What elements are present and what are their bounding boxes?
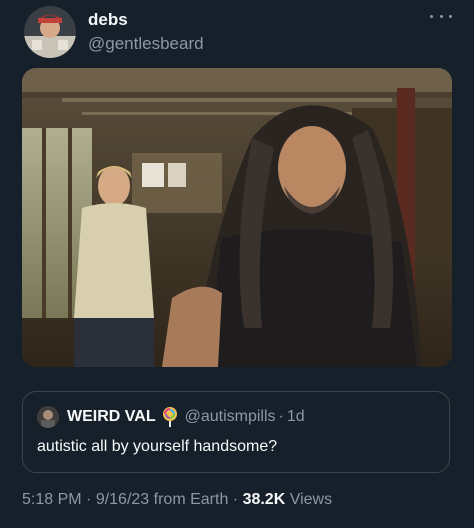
meta-separator: · — [81, 491, 96, 508]
quoted-handle[interactable]: @autismpills — [185, 408, 276, 426]
author-handle[interactable]: @gentlesbeard — [88, 34, 204, 54]
quoted-display-name[interactable]: WEIRD VAL — [67, 408, 156, 426]
views-count: 38.2K — [242, 491, 286, 508]
more-dot — [439, 14, 443, 18]
quoted-tweet[interactable]: WEIRD VAL @autismpills · 1d autistic all… — [22, 391, 450, 473]
author-display-name[interactable]: debs — [88, 10, 128, 30]
more-dot — [430, 14, 433, 18]
tweet-media-image[interactable] — [22, 68, 452, 367]
avatar-image — [24, 6, 76, 58]
views-label: Views — [285, 491, 333, 508]
lollipop-icon — [161, 407, 179, 427]
meta-separator: · — [228, 491, 243, 508]
media-scene — [22, 68, 452, 367]
quoted-author-avatar[interactable] — [37, 406, 59, 428]
tweet-date[interactable]: 9/16/23 — [96, 491, 149, 508]
quoted-tweet-header: WEIRD VAL @autismpills · 1d — [67, 407, 305, 427]
more-dot — [449, 14, 452, 18]
tweet: debs @gentlesbeard WEIRD VAL @autismpill… — [0, 0, 474, 528]
tweet-source: from Earth — [149, 491, 229, 508]
quoted-separator: · — [278, 408, 284, 425]
more-options-icon[interactable] — [430, 10, 452, 22]
quoted-timestamp[interactable]: 1d — [287, 408, 305, 426]
tweet-metadata: 5:18 PM · 9/16/23 from Earth · 38.2K Vie… — [22, 491, 332, 509]
quoted-tweet-text: autistic all by yourself handsome? — [37, 438, 278, 455]
tweet-time[interactable]: 5:18 PM — [22, 491, 82, 508]
author-avatar[interactable] — [24, 6, 76, 58]
quoted-avatar-image — [37, 406, 59, 428]
